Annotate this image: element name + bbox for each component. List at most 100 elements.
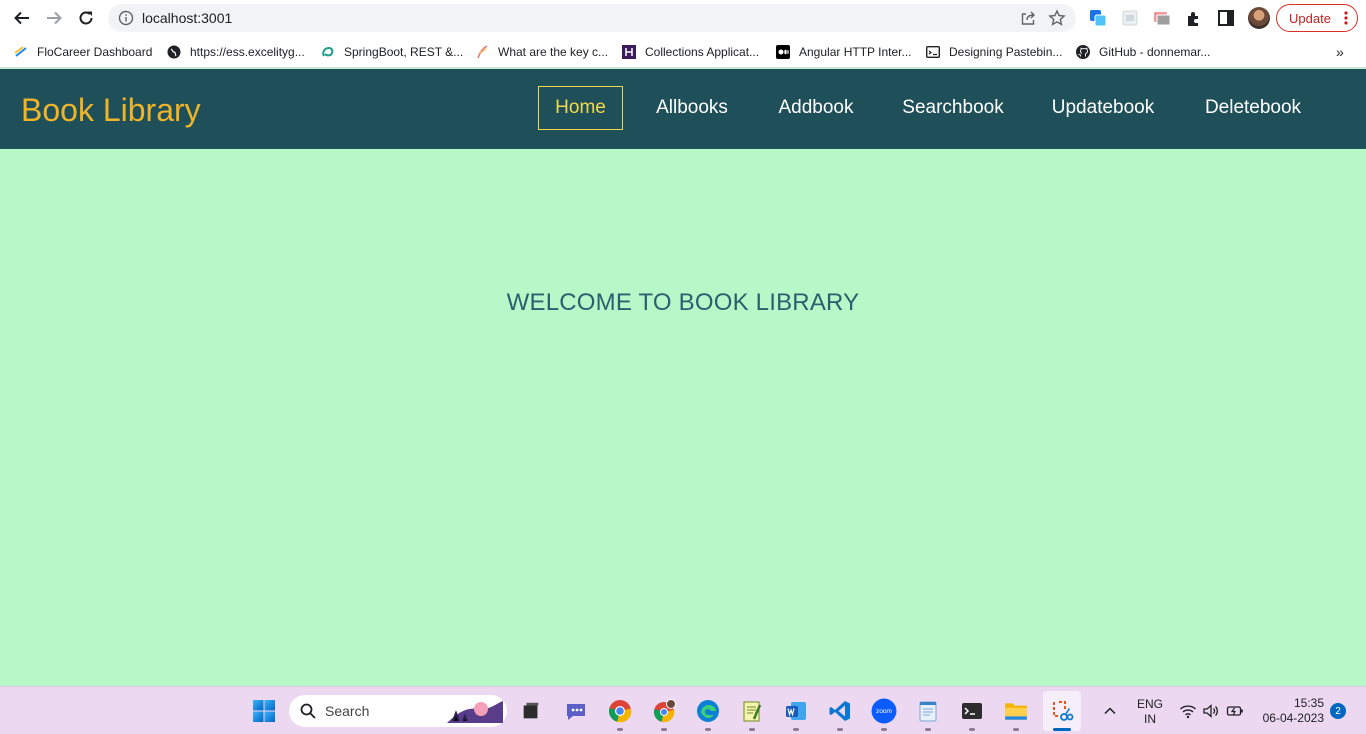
running-indicator [793, 728, 799, 731]
running-indicator [661, 728, 667, 731]
running-indicator [1013, 728, 1019, 731]
kebab-menu-icon [1344, 11, 1348, 25]
system-clock[interactable]: 15:35 06-04-2023 [1252, 696, 1324, 726]
bookmark-label: FloCareer Dashboard [37, 45, 153, 59]
flocareer-icon [14, 46, 27, 57]
running-indicator [837, 728, 843, 731]
bookmark-label: Designing Pastebin... [949, 45, 1063, 59]
reload-icon [79, 11, 93, 25]
browser-toolbar: localhost:3001 Update [0, 0, 1366, 36]
zoom-icon: zoom [871, 698, 897, 724]
windows-start-icon[interactable] [252, 699, 276, 723]
back-arrow-icon [14, 11, 29, 25]
back-button[interactable] [10, 6, 34, 30]
search-icon [300, 703, 316, 719]
word-icon [786, 702, 806, 720]
vscode-icon [829, 701, 850, 721]
nav-link-updatebook[interactable]: Updatebook [1040, 86, 1166, 130]
bookmark-item[interactable]: SpringBoot, REST &... [321, 43, 463, 61]
edge-app[interactable] [693, 696, 723, 726]
terminal-box-icon [926, 46, 940, 58]
github-icon [1076, 45, 1090, 59]
chevron-up-icon[interactable] [1102, 703, 1118, 719]
welcome-heading: WELCOME TO BOOK LIBRARY [506, 289, 860, 316]
nav-link-deletebook[interactable]: Deletebook [1193, 86, 1313, 130]
chrome-profile-app[interactable] [649, 696, 679, 726]
bookmark-item[interactable]: Designing Pastebin... [926, 43, 1062, 61]
feather-icon [477, 45, 488, 59]
bookmarks-bar: FloCareer Dashboard https://ess.excelity… [0, 36, 1366, 68]
wifi-icon[interactable] [1179, 702, 1197, 720]
chrome-app[interactable] [605, 696, 635, 726]
notepad-app-icon [919, 701, 937, 722]
svg-text:zoom: zoom [876, 708, 892, 715]
clock-date: 06-04-2023 [1262, 711, 1324, 725]
notepad-icon [743, 701, 762, 722]
bookmark-item[interactable]: https://ess.excelityg... [167, 43, 305, 61]
file-explorer-app[interactable] [1001, 696, 1031, 726]
running-indicator [925, 728, 931, 731]
terminal-app[interactable] [957, 696, 987, 726]
address-bar[interactable]: localhost:3001 [108, 4, 1076, 32]
site-info-icon[interactable] [118, 10, 134, 26]
bookmark-label: What are the key c... [498, 45, 609, 59]
puzzle-extensions-icon[interactable] [1184, 8, 1204, 28]
volume-icon[interactable] [1202, 702, 1220, 720]
side-panel-icon[interactable] [1216, 8, 1236, 28]
taskbar-search-box[interactable]: Search [289, 695, 507, 727]
word-app[interactable] [781, 696, 811, 726]
profile-avatar[interactable] [1248, 7, 1270, 29]
nav-link-home[interactable]: Home [538, 86, 623, 130]
notepad-app[interactable] [913, 696, 943, 726]
search-highlight-art-icon [447, 701, 503, 723]
running-indicator [749, 728, 755, 731]
terminal-icon [962, 703, 982, 719]
forward-arrow-icon [47, 11, 62, 25]
battery-charging-icon[interactable] [1226, 702, 1244, 720]
more-bookmarks-chevron-icon[interactable]: » [1336, 44, 1344, 60]
globe-icon [167, 45, 181, 59]
nav-link-addbook[interactable]: Addbook [766, 86, 866, 130]
search-placeholder: Search [325, 703, 370, 719]
h-logo-icon [622, 45, 636, 59]
bookmark-item[interactable]: FloCareer Dashboard [14, 43, 152, 61]
taskbar: Search zoom ENG IN 15:35 06-04-2023 2 [0, 686, 1366, 734]
running-indicator [969, 728, 975, 731]
brand-logo[interactable]: Book Library [21, 92, 201, 129]
bookmark-label: GitHub - donnemar... [1099, 45, 1211, 59]
running-indicator [881, 728, 887, 731]
url-text[interactable]: localhost:3001 [142, 10, 232, 26]
share-icon[interactable] [1020, 10, 1036, 26]
bookmark-item[interactable]: Collections Applicat... [622, 43, 759, 61]
extension-placeholder-icon[interactable] [1120, 8, 1140, 28]
bookmark-label: SpringBoot, REST &... [344, 45, 464, 59]
app-navbar: Book Library Home Allbooks Addbook Searc… [0, 69, 1366, 149]
teams-chat-app[interactable] [561, 696, 591, 726]
springboot-icon [322, 46, 334, 57]
bookmark-label: Angular HTTP Inter... [799, 45, 912, 59]
zoom-app[interactable]: zoom [869, 696, 899, 726]
running-indicator [617, 728, 623, 731]
bookmark-label: Collections Applicat... [645, 45, 760, 59]
task-view-app[interactable] [516, 696, 546, 726]
reload-button[interactable] [74, 6, 98, 30]
snipping-tool-app[interactable] [1047, 696, 1077, 726]
bookmark-star-icon[interactable] [1048, 9, 1066, 27]
notepad-plus-app[interactable] [737, 696, 767, 726]
vscode-app[interactable] [825, 696, 855, 726]
nav-link-allbooks[interactable]: Allbooks [645, 86, 739, 130]
bookmark-item[interactable]: Angular HTTP Inter... [776, 43, 912, 61]
bookmark-item[interactable]: GitHub - donnemar... [1076, 43, 1210, 61]
bookmark-label: https://ess.excelityg... [190, 45, 305, 59]
chrome-profile-icon [654, 699, 676, 723]
bookmark-item[interactable]: What are the key c... [475, 43, 608, 61]
translate-extension-icon[interactable] [1088, 8, 1108, 28]
nav-link-searchbook[interactable]: Searchbook [893, 86, 1013, 130]
forward-button[interactable] [42, 6, 66, 30]
region-code: IN [1144, 712, 1156, 726]
notification-badge[interactable]: 2 [1330, 703, 1346, 719]
teams-chat-icon [567, 704, 585, 720]
update-button[interactable]: Update [1276, 4, 1358, 32]
tab-manager-extension-icon[interactable] [1152, 8, 1172, 28]
input-language-indicator[interactable]: ENG IN [1134, 697, 1166, 727]
